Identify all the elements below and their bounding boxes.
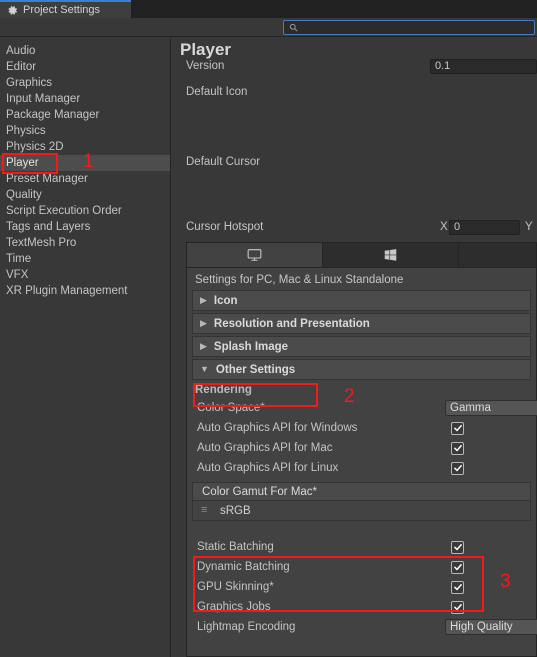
sidebar-item-package-manager[interactable]: Package Manager: [0, 107, 170, 123]
gear-icon: [8, 5, 17, 15]
platform-settings-box: Settings for PC, Mac & Linux Standalone …: [186, 242, 537, 657]
lightmap-encoding-dropdown[interactable]: High Quality: [445, 619, 537, 635]
check-icon: [453, 425, 462, 432]
chevron-right-icon: ▶: [200, 341, 207, 351]
auto-graphics-api-windows-label: Auto Graphics API for Windows: [197, 422, 358, 434]
auto-graphics-api-windows-checkbox[interactable]: [451, 421, 464, 435]
sidebar-item-time[interactable]: Time: [0, 251, 170, 267]
chevron-right-icon: ▶: [200, 295, 207, 305]
cursor-x-label: X: [440, 221, 448, 233]
color-gamut-item-label: sRGB: [220, 504, 251, 517]
default-cursor-label: Default Cursor: [186, 156, 261, 168]
check-icon: [453, 445, 462, 452]
row-color-space: Color Space* Gamma: [187, 398, 537, 418]
sidebar-item-audio[interactable]: Audio: [0, 43, 170, 59]
platform-caption: Settings for PC, Mac & Linux Standalone: [195, 274, 404, 286]
window-tabstrip: Project Settings: [0, 0, 537, 18]
auto-graphics-api-linux-checkbox[interactable]: [451, 461, 464, 475]
dynamic-batching-checkbox[interactable]: [451, 560, 464, 574]
windows-icon: [384, 249, 397, 261]
cursor-y-label: Y: [525, 221, 533, 233]
row-lightmap-encoding: Lightmap Encoding High Quality: [187, 617, 537, 637]
version-label: Version: [186, 60, 225, 72]
check-icon: [453, 465, 462, 472]
row-dynamic-batching: Dynamic Batching: [187, 557, 536, 577]
check-icon: [453, 604, 462, 611]
search-field[interactable]: [283, 20, 535, 35]
search-icon: [289, 23, 298, 32]
lightmap-encoding-label: Lightmap Encoding: [197, 621, 296, 633]
graphics-jobs-checkbox[interactable]: [451, 600, 464, 614]
foldout-other-settings[interactable]: ▼ Other Settings: [192, 359, 531, 380]
row-default-icon: Default Icon: [172, 82, 537, 102]
sidebar-item-script-execution-order[interactable]: Script Execution Order: [0, 203, 170, 219]
row-auto-graphics-api-mac: Auto Graphics API for Mac: [187, 438, 536, 458]
page-title: Player: [180, 40, 238, 60]
chevron-down-icon: ▼: [200, 364, 209, 374]
row-cursor-hotspot: Cursor Hotspot X 0 Y: [172, 217, 537, 237]
foldout-resolution-and-presentation[interactable]: ▶ Resolution and Presentation: [192, 313, 531, 334]
rendering-section-header: Rendering: [195, 384, 252, 396]
platform-tab-bar[interactable]: [186, 242, 537, 268]
color-gamut-list-header: Color Gamut For Mac*: [192, 482, 531, 501]
sidebar-item-vfx[interactable]: VFX: [0, 267, 170, 283]
auto-graphics-api-mac-label: Auto Graphics API for Mac: [197, 442, 333, 454]
default-icon-label: Default Icon: [186, 86, 248, 98]
cursor-hotspot-label: Cursor Hotspot: [186, 221, 264, 233]
tab-project-settings[interactable]: Project Settings: [0, 0, 131, 18]
sidebar-item-textmesh-pro[interactable]: TextMesh Pro: [0, 235, 170, 251]
sidebar-item-quality[interactable]: Quality: [0, 187, 170, 203]
drag-handle-icon[interactable]: ≡: [201, 505, 212, 516]
graphics-jobs-label: Graphics Jobs: [197, 601, 271, 613]
monitor-icon: [247, 249, 262, 261]
settings-scroll-area: Version 0.1 Default Icon Default Cursor …: [172, 38, 537, 657]
row-auto-graphics-api-linux: Auto Graphics API for Linux: [187, 458, 536, 478]
row-gpu-skinning: GPU Skinning*: [187, 577, 536, 597]
sidebar-item-graphics[interactable]: Graphics: [0, 75, 170, 91]
version-field[interactable]: 0.1: [430, 58, 537, 74]
search-input[interactable]: [302, 22, 502, 33]
check-icon: [453, 564, 462, 571]
row-static-batching: Static Batching: [187, 537, 536, 557]
check-icon: [453, 544, 462, 551]
row-graphics-jobs: Graphics Jobs: [187, 597, 536, 617]
tab-label: Project Settings: [23, 4, 101, 16]
sidebar-item-xr-plugin-management[interactable]: XR Plugin Management: [0, 283, 170, 299]
sidebar-item-editor[interactable]: Editor: [0, 59, 170, 75]
foldout-splash-image[interactable]: ▶ Splash Image: [192, 336, 531, 357]
foldout-label: Splash Image: [213, 340, 289, 353]
sidebar-item-input-manager[interactable]: Input Manager: [0, 91, 170, 107]
foldout-label: Other Settings: [215, 363, 296, 376]
cursor-x-field[interactable]: 0: [449, 219, 520, 235]
color-space-dropdown[interactable]: Gamma: [445, 400, 537, 416]
sidebar-item-preset-manager[interactable]: Preset Manager: [0, 171, 170, 187]
foldout-label: Resolution and Presentation: [213, 317, 370, 330]
sidebar-item-tags-and-layers[interactable]: Tags and Layers: [0, 219, 170, 235]
chevron-right-icon: ▶: [200, 318, 207, 328]
sidebar-item-physics[interactable]: Physics: [0, 123, 170, 139]
gpu-skinning-label: GPU Skinning*: [197, 581, 274, 593]
foldout-label: Icon: [213, 294, 238, 307]
foldout-icon[interactable]: ▶ Icon: [192, 290, 531, 311]
check-icon: [453, 584, 462, 591]
settings-sidebar[interactable]: Audio Editor Graphics Input Manager Pack…: [0, 38, 171, 657]
platform-tab-standalone[interactable]: [187, 243, 323, 267]
auto-graphics-api-linux-label: Auto Graphics API for Linux: [197, 462, 339, 474]
sidebar-item-physics-2d[interactable]: Physics 2D: [0, 139, 170, 155]
row-auto-graphics-api-windows: Auto Graphics API for Windows: [187, 418, 536, 438]
static-batching-label: Static Batching: [197, 541, 274, 553]
color-gamut-list-item-srgb[interactable]: ≡ sRGB: [192, 501, 531, 521]
dynamic-batching-label: Dynamic Batching: [197, 561, 290, 573]
color-space-label: Color Space*: [197, 402, 265, 414]
row-default-cursor: Default Cursor: [172, 152, 537, 172]
static-batching-checkbox[interactable]: [451, 540, 464, 554]
sidebar-item-player[interactable]: Player: [0, 155, 170, 171]
gpu-skinning-checkbox[interactable]: [451, 580, 464, 594]
platform-tab-windows[interactable]: [323, 243, 459, 267]
project-settings-window: Project Settings Audio Editor Graphics I…: [0, 0, 537, 657]
player-settings-pane: Version 0.1 Default Icon Default Cursor …: [172, 38, 537, 657]
platform-settings-body: Settings for PC, Mac & Linux Standalone …: [186, 268, 537, 657]
auto-graphics-api-mac-checkbox[interactable]: [451, 441, 464, 455]
search-bar-row: [0, 18, 537, 37]
